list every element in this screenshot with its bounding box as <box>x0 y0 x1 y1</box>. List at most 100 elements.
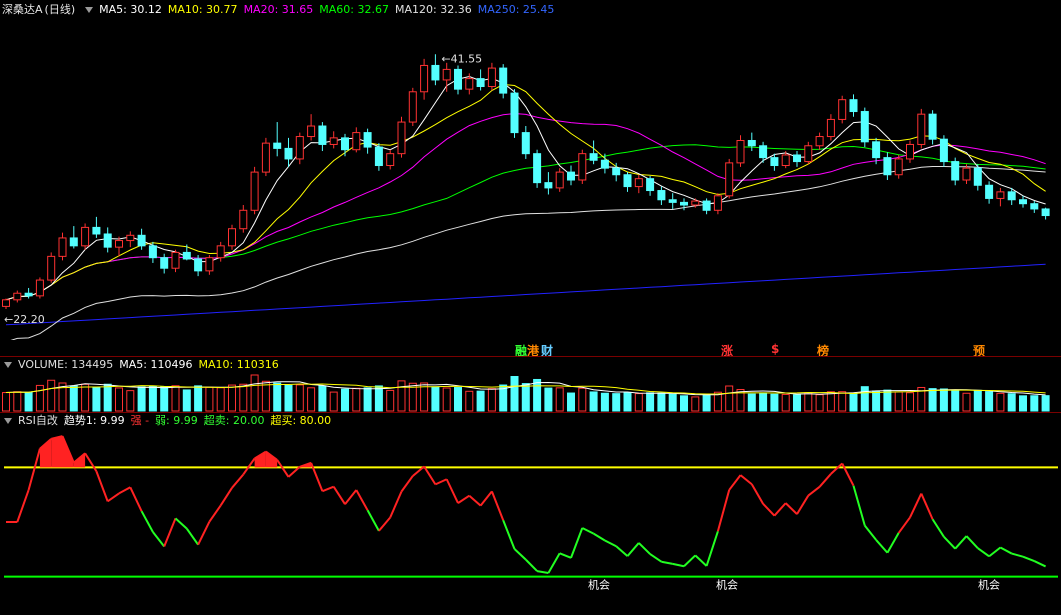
candle <box>962 167 971 181</box>
volume-bar <box>284 384 293 412</box>
candle <box>917 113 926 145</box>
rsi-line <box>502 519 516 550</box>
rsi-name: RSI自改 <box>18 414 58 427</box>
candle <box>646 178 655 192</box>
rsi-line <box>27 448 41 491</box>
rsi-line <box>208 504 222 523</box>
candle <box>341 137 349 151</box>
rsi-line <box>897 516 911 534</box>
rsi-line <box>818 473 832 488</box>
volume-bar <box>487 388 496 412</box>
volume-bar <box>680 395 688 412</box>
volume-bar <box>702 393 711 412</box>
rsi-line <box>977 547 990 558</box>
rsi-line <box>593 532 606 542</box>
volume-bar <box>239 383 248 412</box>
candlestick-chart[interactable]: ←41.55 ←22.20 <box>0 0 1061 340</box>
volume-bar <box>838 391 847 412</box>
volume-bar <box>567 392 575 412</box>
volume-ma10-label: MA10: 110316 <box>198 358 279 371</box>
volume-bar <box>781 393 790 412</box>
candle <box>205 257 214 272</box>
rsi-line <box>163 517 177 547</box>
stock-name[interactable]: 深桑达A <box>2 3 43 16</box>
rsi-panel[interactable]: RSI自改 趋势1: 9.99 强 - 弱: 9.99 超卖: 20.00 超买: 80.… <box>0 413 1061 615</box>
rsi-trend: 趋势1: 9.99 <box>63 414 125 427</box>
candle <box>510 92 519 134</box>
volume-bar <box>759 392 768 412</box>
rsi-header: RSI自改 趋势1: 9.99 强 - 弱: 9.99 超卖: 20.00 超买: 80.… <box>0 413 337 429</box>
dropdown-icon[interactable] <box>85 6 94 13</box>
ma20-label: MA20: 31.65 <box>243 3 314 16</box>
volume-bar <box>171 385 180 412</box>
volume-bar <box>612 393 621 412</box>
candle <box>713 195 722 211</box>
volume-bar <box>307 387 316 412</box>
volume-bar <box>318 385 327 412</box>
rsi-line <box>807 486 821 497</box>
volume-bar <box>510 376 519 412</box>
rsi-oversold: 超卖: 20.00 <box>203 414 265 427</box>
candle <box>759 145 768 159</box>
candle <box>1030 203 1039 210</box>
candle <box>725 162 734 197</box>
period-label[interactable]: (日线) <box>45 3 76 16</box>
volume-bar <box>657 392 666 412</box>
candle <box>318 125 327 145</box>
candle <box>1041 208 1050 217</box>
rsi-line <box>988 546 1002 558</box>
candle <box>939 138 948 163</box>
candle <box>691 200 700 206</box>
ma250-label: MA250: 25.45 <box>477 3 555 16</box>
rsi-line <box>490 490 505 521</box>
volume-bar <box>860 386 869 412</box>
rsi-line <box>683 554 696 567</box>
rsi-chart[interactable]: 机会 机会 机会 <box>0 413 1061 615</box>
candle <box>781 154 790 167</box>
rsi-line <box>332 486 346 505</box>
candle <box>702 200 711 211</box>
volume-bar <box>578 387 587 412</box>
volume-bar <box>1019 395 1027 412</box>
price-panel[interactable]: 深桑达A (日线) MA5: 30.12 MA10: 30.77 MA20: 31.65… <box>0 0 1061 358</box>
rsi-line <box>626 542 640 557</box>
rsi-line <box>773 502 787 517</box>
dropdown-icon[interactable] <box>4 361 12 368</box>
candle <box>386 153 395 167</box>
event-marker-e5[interactable]: $ <box>771 342 779 356</box>
volume-bar <box>2 392 10 412</box>
price-header: 深桑达A (日线) MA5: 30.12 MA10: 30.77 MA20: 31.65… <box>2 2 560 18</box>
ma250-line <box>5 263 1046 326</box>
candle <box>657 190 666 201</box>
candle <box>352 132 361 151</box>
volume-bar <box>24 392 33 412</box>
candle <box>397 121 406 155</box>
rsi-line <box>739 474 753 486</box>
rsi-line <box>231 473 245 489</box>
rsi-line <box>999 546 1013 555</box>
volume-bar <box>770 393 779 412</box>
dropdown-icon[interactable] <box>4 417 12 424</box>
volume-bar <box>1041 395 1050 412</box>
rsi-opportunity-label: 机会 <box>588 578 610 592</box>
volume-bar <box>160 386 169 412</box>
rsi-line <box>118 486 131 495</box>
volume-bar <box>849 392 858 412</box>
candle <box>442 68 451 81</box>
rsi-line <box>84 452 98 472</box>
volume-bar <box>148 385 157 412</box>
candle <box>860 111 869 143</box>
candle <box>261 142 270 173</box>
rsi-line <box>468 494 482 507</box>
volume-panel[interactable]: VOLUME: 134495 MA5: 110496 MA10: 110316 <box>0 357 1061 412</box>
ma120-line <box>10 166 1046 340</box>
rsi-line <box>389 491 403 518</box>
candle <box>600 159 609 169</box>
candle <box>171 251 180 269</box>
candle <box>431 64 440 81</box>
candle <box>838 99 847 120</box>
rsi-line <box>322 485 335 493</box>
volume-bar <box>261 380 270 412</box>
rsi-line <box>423 465 437 485</box>
volume-bar <box>894 391 903 412</box>
